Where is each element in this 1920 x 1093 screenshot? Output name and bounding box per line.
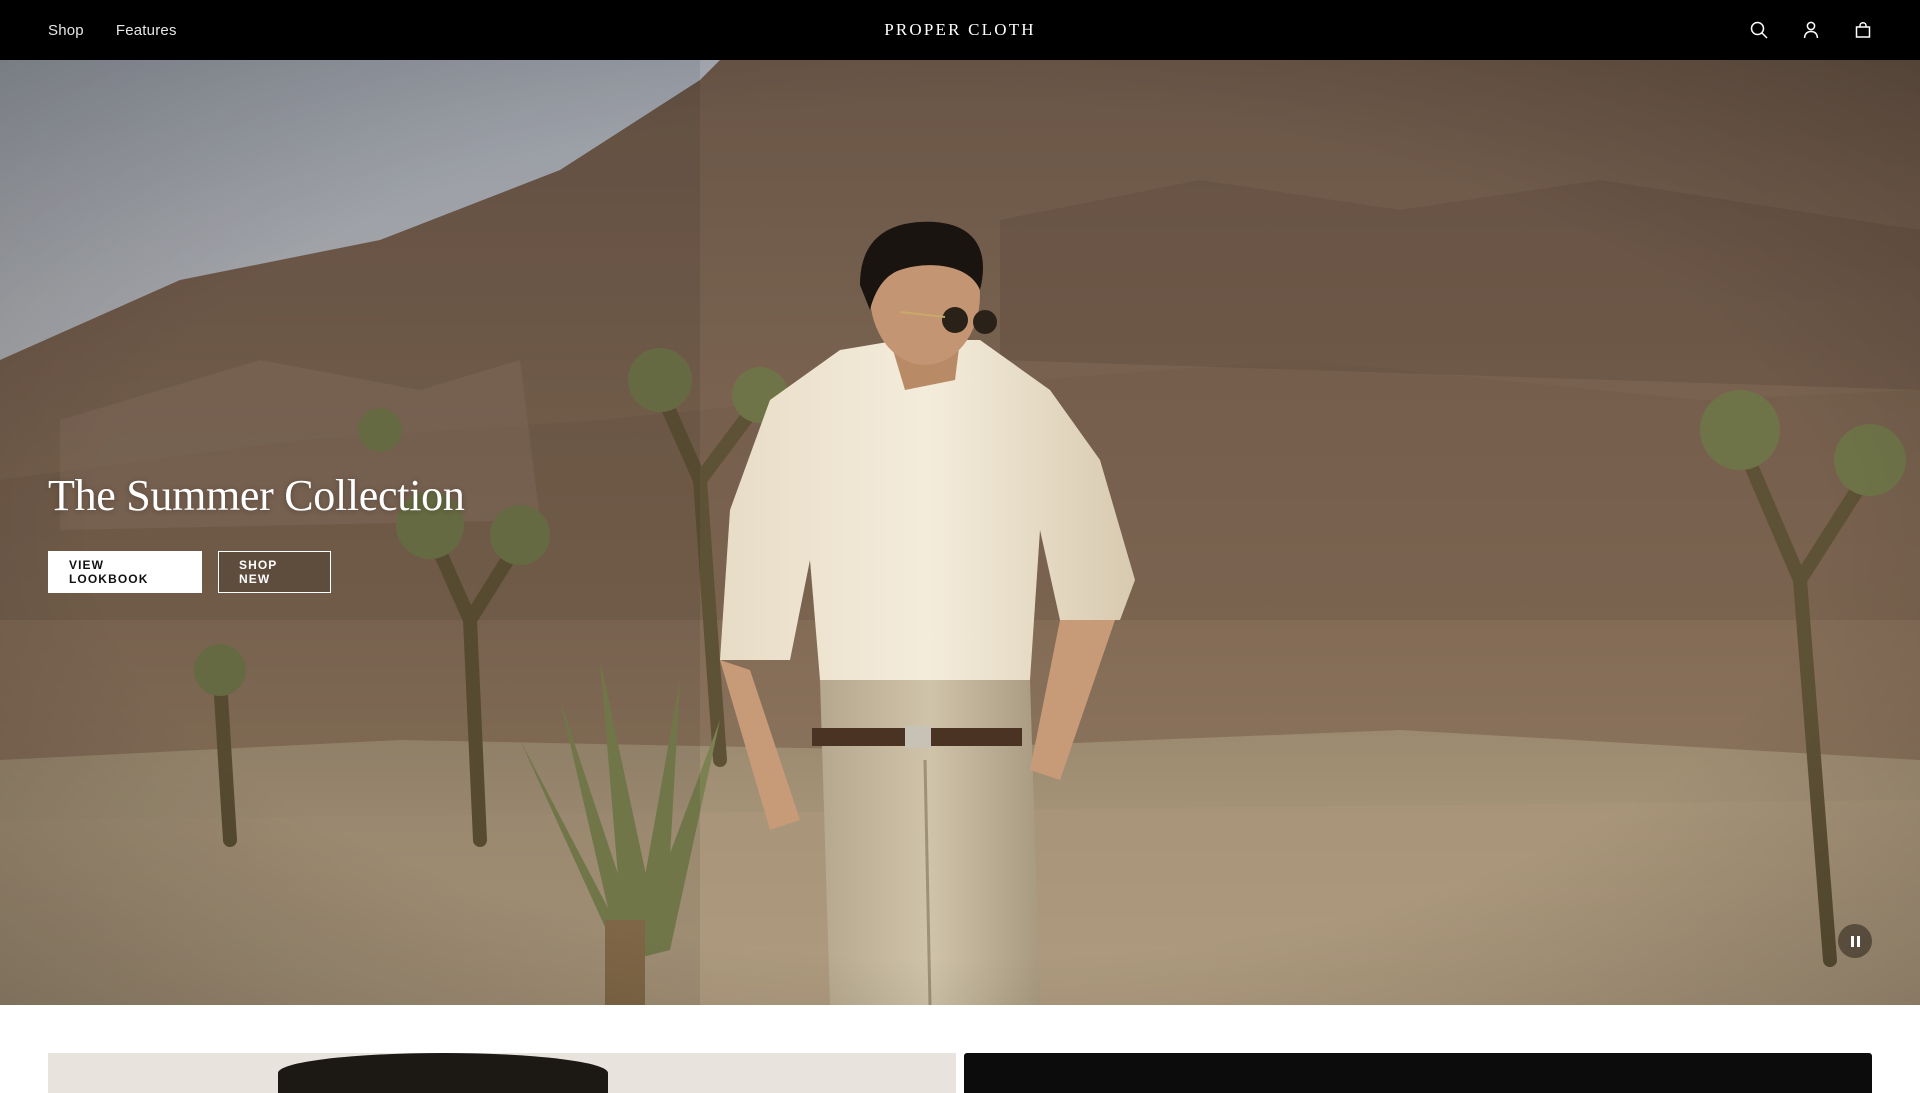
hero-buttons: VIEW LOOKBOOK SHOP NEW (48, 550, 465, 593)
pause-icon-bar (1856, 935, 1860, 947)
hero-content: The Summer Collection VIEW LOOKBOOK SHOP… (48, 470, 465, 593)
nav-features[interactable]: Features (116, 22, 177, 39)
hero-banner: The Summer Collection VIEW LOOKBOOK SHOP… (0, 60, 1920, 1005)
nav-shop[interactable]: Shop (48, 22, 84, 39)
primary-nav: Shop Features (48, 0, 177, 60)
feature-card-left[interactable] (48, 1053, 956, 1093)
feature-card-left-image (278, 1053, 608, 1093)
site-header: Shop Features PROPER CLOTH (0, 0, 1920, 60)
header-actions (1748, 0, 1874, 60)
shop-new-button[interactable]: SHOP NEW (218, 550, 331, 593)
video-pause-button[interactable] (1838, 924, 1872, 958)
account-button[interactable] (1800, 19, 1822, 41)
cart-button[interactable] (1852, 19, 1874, 41)
pause-icon (1850, 935, 1854, 947)
hero-title: The Summer Collection (48, 471, 465, 520)
search-button[interactable] (1748, 19, 1770, 41)
bag-icon (1855, 22, 1871, 38)
feature-card-right[interactable] (964, 1053, 1872, 1093)
account-icon (1803, 21, 1819, 39)
view-lookbook-button[interactable]: VIEW LOOKBOOK (48, 550, 202, 593)
site-logo[interactable]: PROPER CLOTH (0, 0, 1920, 60)
search-icon (1750, 21, 1768, 39)
